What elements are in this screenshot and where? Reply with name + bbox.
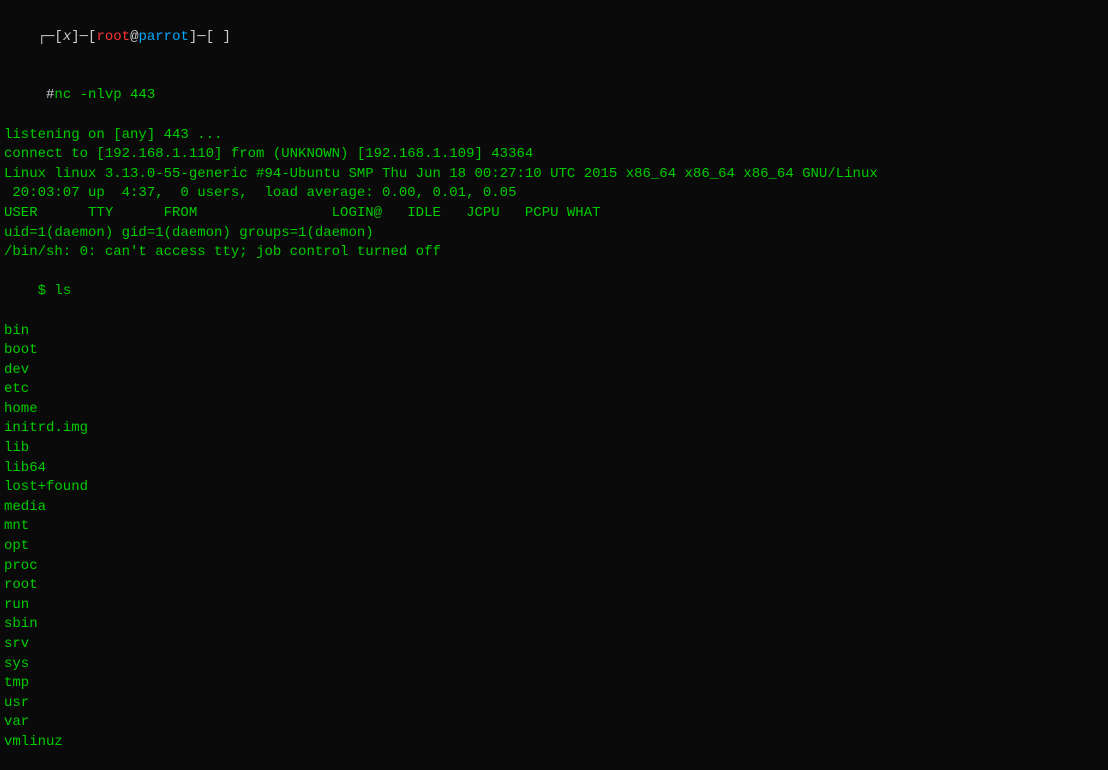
ls-lib64: lib64 (4, 459, 1104, 479)
prompt-dir (214, 29, 222, 45)
ls-boot: boot (4, 341, 1104, 361)
who-header-line: USER TTY FROM LOGIN@ IDLE JCPU PCPU WHAT (4, 204, 1104, 224)
ls-bin: bin (4, 322, 1104, 342)
nc-command-line: #nc -nlvp 443 (4, 67, 1104, 126)
ls-sys: sys (4, 655, 1104, 675)
terminal-window[interactable]: ┌─[x]─[root@parrot]─[ ] #nc -nlvp 443 li… (0, 0, 1108, 770)
ls-command: ls (54, 283, 71, 299)
connect-line: connect to [192.168.1.110] from (UNKNOWN… (4, 145, 1104, 165)
listening-line: listening on [any] 443 ... (4, 126, 1104, 146)
ls-lib: lib (4, 439, 1104, 459)
ls-opt: opt (4, 537, 1104, 557)
prompt-x: x (63, 29, 71, 45)
ls-dev: dev (4, 361, 1104, 381)
ls-usr: usr (4, 694, 1104, 714)
ls-lost: lost+found (4, 478, 1104, 498)
uid-line: uid=1(daemon) gid=1(daemon) groups=1(dae… (4, 224, 1104, 244)
ls-tmp: tmp (4, 674, 1104, 694)
linux-info-line: Linux linux 3.13.0-55-generic #94-Ubuntu… (4, 165, 1104, 185)
prompt-line: ┌─[x]─[root@parrot]─[ ] (4, 8, 1104, 67)
ls-home: home (4, 400, 1104, 420)
ls-run: run (4, 596, 1104, 616)
whoami-prompt-line: $ whoami (4, 753, 1104, 770)
ls-prompt-line: $ ls (4, 263, 1104, 322)
prompt-bracket-close: ]─[ (71, 29, 96, 45)
dollar-ls: $ (38, 283, 55, 299)
ls-root: root (4, 576, 1104, 596)
ls-vmlinuz: vmlinuz (4, 733, 1104, 753)
ls-sbin: sbin (4, 615, 1104, 635)
ls-var: var (4, 713, 1104, 733)
uptime-line: 20:03:07 up 4:37, 0 users, load average:… (4, 184, 1104, 204)
nc-command: nc -nlvp 443 (54, 87, 155, 103)
prompt-root: root (96, 29, 130, 45)
ls-media: media (4, 498, 1104, 518)
prompt-bracket-close2: ]─[ (189, 29, 214, 45)
prompt-hash: # (38, 87, 55, 103)
prompt-bracket-close3: ] (223, 29, 231, 45)
ls-etc: etc (4, 380, 1104, 400)
ls-srv: srv (4, 635, 1104, 655)
prompt-bracket-open: ┌─[ (38, 29, 63, 45)
ls-initrd: initrd.img (4, 419, 1104, 439)
binsh-line: /bin/sh: 0: can't access tty; job contro… (4, 243, 1104, 263)
ls-proc: proc (4, 557, 1104, 577)
ls-mnt: mnt (4, 517, 1104, 537)
prompt-parrot: parrot (138, 29, 188, 45)
